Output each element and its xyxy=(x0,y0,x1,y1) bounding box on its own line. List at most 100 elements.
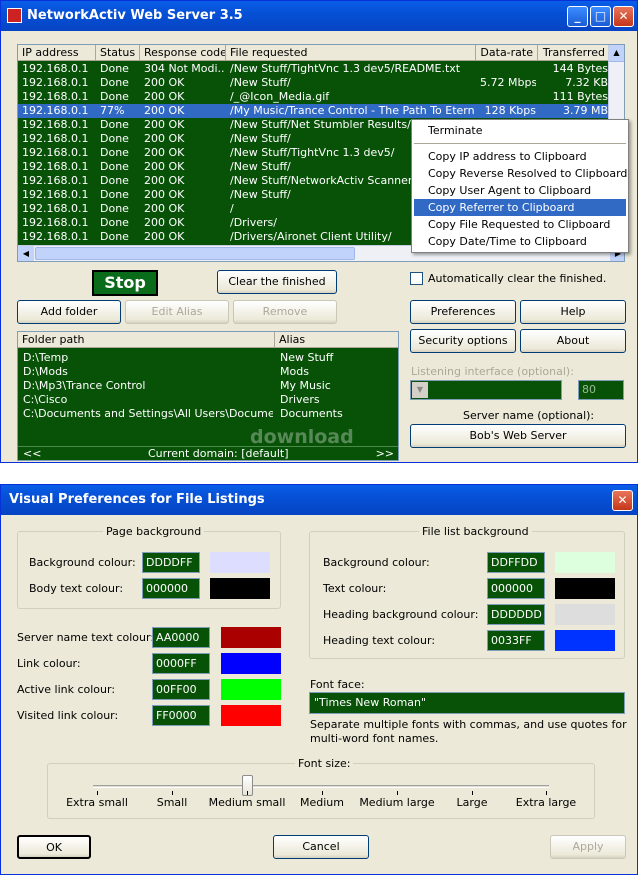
font-face-field[interactable]: "Times New Roman" xyxy=(309,692,625,714)
colour-label: Body text colour: xyxy=(29,582,124,595)
table-cell: 200 OK xyxy=(144,202,185,215)
preferences-button[interactable]: Preferences xyxy=(410,300,516,324)
colour-swatch[interactable] xyxy=(555,604,615,625)
colour-label: Server name text colour: xyxy=(17,631,155,644)
menu-separator xyxy=(414,143,626,144)
context-menu-item[interactable]: Copy User Agent to Clipboard xyxy=(414,182,626,199)
remove-button[interactable]: Remove xyxy=(233,300,337,324)
colour-hex-field[interactable]: 0033FF xyxy=(487,630,545,651)
table-row[interactable]: 192.168.0.1 77% 200 OK/My Music/Trance Con… xyxy=(18,104,610,118)
transfers-header-3[interactable]: File requested xyxy=(226,45,476,61)
font-size-label: Extra small xyxy=(66,796,128,809)
colour-hex-field[interactable]: DDFFDD xyxy=(487,552,545,573)
transfers-header-4[interactable]: Data-rate xyxy=(476,45,538,61)
list-item[interactable]: C:\Documents and Settings\All Users\Docu… xyxy=(18,407,398,421)
prefs-title-bar[interactable]: Visual Preferences for File Listings ✕ xyxy=(1,485,637,515)
maximize-icon[interactable]: □ xyxy=(590,6,611,27)
colour-swatch[interactable] xyxy=(555,552,615,573)
scroll-left-icon[interactable]: ◀ xyxy=(18,246,34,261)
font-size-tick xyxy=(247,791,248,795)
edit-alias-button[interactable]: Edit Alias xyxy=(125,300,229,324)
table-row[interactable]: 192.168.0.1 Done 200 OK/New Stuff/5.72 Mbp… xyxy=(18,76,610,90)
colour-label: Link colour: xyxy=(17,657,81,670)
context-menu-item[interactable]: Terminate xyxy=(414,122,626,139)
colour-label: Background colour: xyxy=(29,556,136,569)
stop-button[interactable]: Stop xyxy=(92,270,158,296)
ok-button[interactable]: OK xyxy=(17,835,91,859)
context-menu-item[interactable]: Copy IP address to Clipboard xyxy=(414,148,626,165)
transfers-header-2[interactable]: Response code xyxy=(140,45,226,61)
table-row[interactable]: 192.168.0.1 Done 304 Not Modi... /New Stuff… xyxy=(18,62,610,76)
about-button[interactable]: About xyxy=(520,329,626,353)
listening-interface-label: Listening interface (optional): xyxy=(411,365,574,378)
context-menu-item[interactable]: Copy Reverse Resolved to Clipboard xyxy=(414,165,627,182)
font-size-label: Medium xyxy=(300,796,344,809)
colour-hex-field[interactable]: 000000 xyxy=(142,578,200,599)
list-item[interactable]: C:\Cisco Drivers xyxy=(18,393,398,407)
add-folder-button[interactable]: Add folder xyxy=(17,300,121,324)
transfers-header-5[interactable]: Transferred xyxy=(538,45,610,61)
colour-swatch[interactable] xyxy=(221,627,281,648)
cancel-button[interactable]: Cancel xyxy=(273,835,369,859)
colour-hex-field[interactable]: 0000FF xyxy=(152,653,210,674)
folder-path: C:\Documents and Settings\All Users\Docu… xyxy=(23,407,273,420)
folders-next-button[interactable]: >> xyxy=(376,447,394,460)
table-cell: 192.168.0.1 xyxy=(22,146,89,159)
colour-swatch[interactable] xyxy=(210,578,270,599)
table-cell: Done xyxy=(100,188,129,201)
listening-interface-dropdown[interactable]: ▼ xyxy=(410,380,562,400)
chevron-down-icon[interactable]: ▼ xyxy=(412,382,428,398)
font-size-label: Large xyxy=(456,796,488,809)
folder-path: D:\Temp xyxy=(23,351,69,364)
colour-swatch[interactable] xyxy=(555,578,615,599)
minimize-icon[interactable]: _ xyxy=(567,6,588,27)
colour-swatch[interactable] xyxy=(555,630,615,651)
main-title-bar[interactable]: NetworkActiv Web Server 3.5 _ □ ✕ xyxy=(1,1,637,31)
colour-hex-field[interactable]: AA0000 xyxy=(152,627,210,648)
list-item[interactable]: D:\Mods Mods xyxy=(18,365,398,379)
colour-hex-field[interactable]: DDDDFF xyxy=(142,552,200,573)
help-button[interactable]: Help xyxy=(520,300,626,324)
prefs-close-icon[interactable]: ✕ xyxy=(612,490,633,511)
scroll-thumb[interactable] xyxy=(35,247,355,260)
table-row[interactable]: 192.168.0.1 Done 200 OK /_@Icon_Media.gif 11… xyxy=(18,90,610,104)
table-cell: Done xyxy=(100,230,129,243)
transfers-header-1[interactable]: Status xyxy=(96,45,140,61)
folders-header-alias[interactable]: Alias xyxy=(275,332,398,348)
folders-list[interactable]: Folder path Alias D:\Temp New Stuff D:\Mod… xyxy=(17,331,399,461)
folders-header-path[interactable]: Folder path xyxy=(18,332,275,348)
apply-button[interactable]: Apply xyxy=(550,835,626,859)
colour-swatch[interactable] xyxy=(221,653,281,674)
folders-prev-button[interactable]: << xyxy=(23,447,41,460)
table-cell: 192.168.0.1 xyxy=(22,174,89,187)
table-cell: 144 Bytes xyxy=(552,62,608,75)
colour-hex-field[interactable]: 000000 xyxy=(487,578,545,599)
context-menu-item[interactable]: Copy Date/Time to Clipboard xyxy=(414,233,626,250)
folder-alias: Documents xyxy=(280,407,343,420)
table-cell: 200 OK xyxy=(144,146,185,159)
colour-swatch[interactable] xyxy=(210,552,270,573)
colour-hex-field[interactable]: DDDDDD xyxy=(487,604,545,625)
close-icon[interactable]: ✕ xyxy=(613,6,634,27)
colour-swatch[interactable] xyxy=(221,705,281,726)
port-field[interactable]: 80 xyxy=(578,380,624,400)
context-menu-item[interactable]: Copy Referrer to Clipboard xyxy=(414,199,626,216)
table-cell: 200 OK xyxy=(144,90,185,103)
context-menu-item[interactable]: Copy File Requested to Clipboard xyxy=(414,216,626,233)
font-size-group xyxy=(47,763,595,819)
list-item[interactable]: D:\Mp3\Trance Control My Music xyxy=(18,379,398,393)
folders-footer: << Current domain: [default] >> xyxy=(18,446,398,460)
auto-clear-checkbox[interactable] xyxy=(410,272,423,285)
clear-finished-button[interactable]: Clear the finished xyxy=(217,270,337,294)
folder-alias: New Stuff xyxy=(280,351,334,364)
colour-hex-field[interactable]: 00FF00 xyxy=(152,679,210,700)
table-cell: /New Stuff/TightVnc 1.3 dev5/README.txt xyxy=(230,62,461,75)
list-item[interactable]: D:\Temp New Stuff xyxy=(18,351,398,365)
colour-hex-field[interactable]: FF0000 xyxy=(152,705,210,726)
table-cell: Done xyxy=(100,216,129,229)
colour-swatch[interactable] xyxy=(221,679,281,700)
security-options-button[interactable]: Security options xyxy=(410,329,516,353)
server-name-field[interactable]: Bob's Web Server xyxy=(410,424,626,448)
transfers-header-0[interactable]: IP address xyxy=(18,45,96,61)
scroll-up-icon[interactable]: ▲ xyxy=(609,45,624,62)
